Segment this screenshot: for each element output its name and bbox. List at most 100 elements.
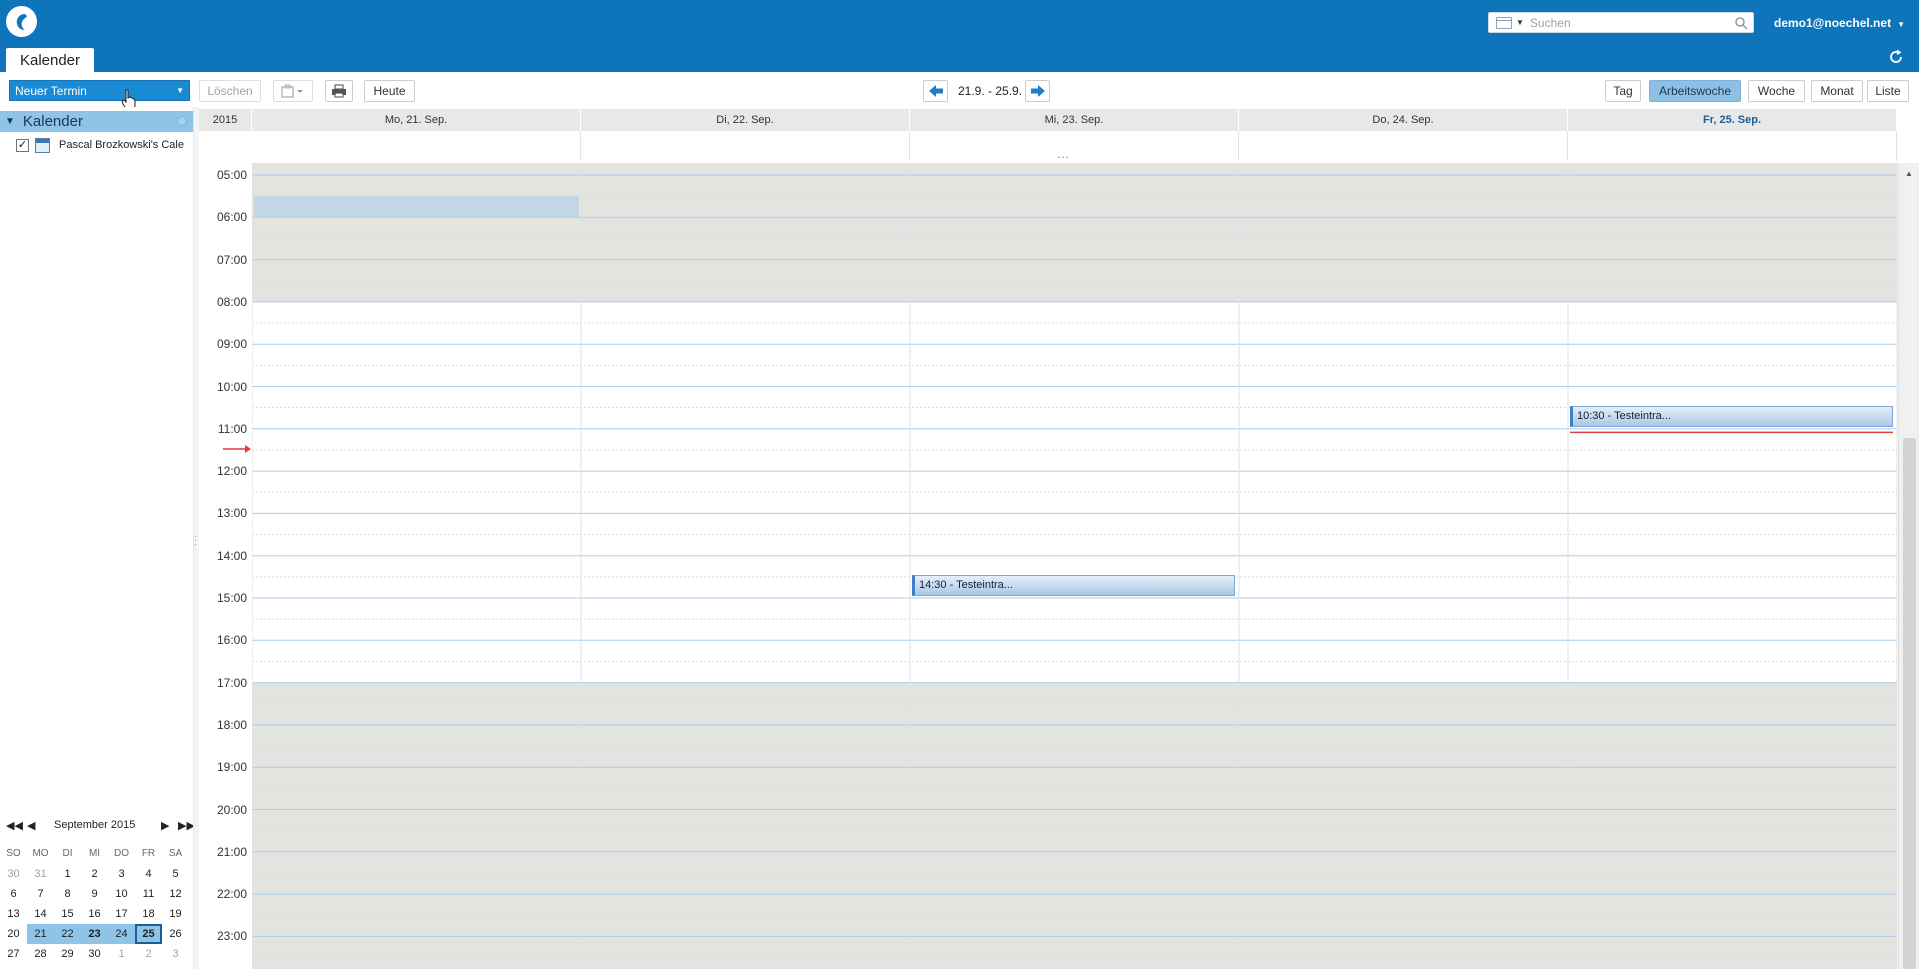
- day-header[interactable]: Fr, 25. Sep.: [1568, 109, 1897, 131]
- previous-month-icon[interactable]: ◀: [27, 819, 35, 832]
- mini-calendar-day[interactable]: 3: [108, 864, 135, 884]
- view-woche-button[interactable]: Woche: [1748, 80, 1805, 102]
- folder-options-icon[interactable]: [177, 116, 187, 126]
- calendar-folder-title: Kalender: [22, 113, 83, 130]
- mini-calendar-day[interactable]: 22: [54, 924, 81, 944]
- mini-calendar-day[interactable]: 11: [135, 884, 162, 904]
- mini-calendar-day[interactable]: 26: [162, 924, 189, 944]
- next-month-icon[interactable]: ▶: [161, 819, 169, 832]
- mini-calendar-day[interactable]: 7: [27, 884, 54, 904]
- tab-kalender[interactable]: Kalender: [6, 48, 94, 73]
- mini-calendar-day[interactable]: 19: [162, 904, 189, 924]
- mini-calendar-day[interactable]: 1: [54, 864, 81, 884]
- date-range-label: 21.9. - 25.9.: [958, 84, 1023, 98]
- mini-calendar-day[interactable]: 30: [0, 864, 27, 884]
- calendar-event[interactable]: 10:30 - Testeintra...: [1570, 405, 1893, 427]
- mini-calendar-day[interactable]: 14: [27, 904, 54, 924]
- current-time-arrow-icon: [223, 445, 251, 453]
- allday-cell[interactable]: [581, 131, 910, 161]
- mini-calendar-day[interactable]: 13: [0, 904, 27, 924]
- previous-week-button[interactable]: [923, 80, 948, 102]
- arrow-right-icon: [1030, 85, 1045, 97]
- chevron-down-icon[interactable]: ▼: [1516, 18, 1524, 27]
- print-button[interactable]: [325, 80, 353, 102]
- delete-button[interactable]: Löschen: [199, 80, 261, 102]
- time-label: 09:00: [216, 337, 247, 352]
- mini-calendar-day[interactable]: 24: [108, 924, 135, 944]
- today-button[interactable]: Heute: [364, 80, 415, 102]
- search-icon[interactable]: [1734, 16, 1748, 30]
- mini-calendar-day[interactable]: 5: [162, 864, 189, 884]
- time-label: 23:00: [216, 929, 247, 944]
- time-label: 13:00: [216, 506, 247, 521]
- new-appointment-button[interactable]: Neuer Termin ▼: [9, 80, 190, 101]
- time-grid[interactable]: 05:00 06:00 07:00 08:00 09:00 10:00 11:00 12:00…: [199, 163, 1898, 969]
- view-liste-button[interactable]: Liste: [1867, 80, 1909, 102]
- scrollbar-thumb[interactable]: [1903, 438, 1916, 969]
- calendar-folder-header[interactable]: ▼ Kalender: [0, 111, 193, 132]
- mini-calendar-day[interactable]: 2: [135, 944, 162, 964]
- day-header[interactable]: Mi, 23. Sep.: [910, 109, 1239, 131]
- mini-calendar-day[interactable]: 10: [108, 884, 135, 904]
- allday-cell[interactable]: [1239, 131, 1568, 161]
- refresh-icon[interactable]: [1888, 49, 1904, 65]
- mini-calendar-day[interactable]: 20: [0, 924, 27, 944]
- user-menu[interactable]: demo1@noechel.net ▼: [1774, 16, 1905, 30]
- view-tag-button[interactable]: Tag: [1605, 80, 1641, 102]
- mini-calendar-day[interactable]: 17: [108, 904, 135, 924]
- mini-calendar-day[interactable]: 8: [54, 884, 81, 904]
- mini-calendar-day[interactable]: 9: [81, 884, 108, 904]
- mini-calendar-day[interactable]: 30: [81, 944, 108, 964]
- mini-calendar-day[interactable]: 21: [27, 924, 54, 944]
- move-button[interactable]: [273, 80, 313, 102]
- search-input[interactable]: [1529, 15, 1734, 30]
- splitter-grip-icon[interactable]: · · ·: [194, 533, 198, 551]
- mini-month-calendar: ◀◀ ◀ September 2015 ▶ ▶▶ SO MO DI MI DO FR SA 3…: [0, 817, 195, 960]
- mini-weekday-label: DO: [114, 848, 129, 859]
- app-logo[interactable]: [6, 6, 37, 37]
- calendar-event[interactable]: 14:30 - Testeintra...: [912, 574, 1235, 596]
- calendar-view: 2015 Mo, 21. Sep. Di, 22. Sep. Mi, 23. Sep…: [199, 107, 1919, 969]
- mini-weekday-label: MI: [88, 848, 101, 859]
- mini-weekday-label: FR: [141, 848, 156, 859]
- time-label: 19:00: [216, 760, 247, 775]
- view-monat-button[interactable]: Monat: [1811, 80, 1863, 102]
- mini-calendar-day[interactable]: 6: [0, 884, 27, 904]
- mini-calendar-day[interactable]: 2: [81, 864, 108, 884]
- previous-year-icon[interactable]: ◀◀: [6, 819, 23, 832]
- calendar-icon: [35, 137, 50, 153]
- mini-calendar-day[interactable]: 12: [162, 884, 189, 904]
- day-header[interactable]: Do, 24. Sep.: [1239, 109, 1568, 131]
- allday-cell[interactable]: [252, 131, 581, 161]
- mini-calendar-day[interactable]: 4: [135, 864, 162, 884]
- scroll-up-icon[interactable]: ▲: [1905, 169, 1913, 178]
- calendar-scope-icon[interactable]: [1496, 16, 1512, 29]
- off-hours-block: [252, 163, 1897, 302]
- view-arbeitswoche-button[interactable]: Arbeitswoche: [1649, 80, 1741, 102]
- more-allday-indicator[interactable]: ...: [1057, 147, 1070, 161]
- selected-slot: [254, 196, 579, 218]
- day-header[interactable]: Di, 22. Sep.: [581, 109, 910, 131]
- mini-calendar-day[interactable]: 28: [27, 944, 54, 964]
- mini-calendar-day[interactable]: 3: [162, 944, 189, 964]
- allday-cell[interactable]: [1568, 131, 1897, 161]
- mini-calendar-day[interactable]: 29: [54, 944, 81, 964]
- mini-calendar-day[interactable]: 25: [135, 924, 162, 944]
- time-label: 10:00: [216, 379, 247, 394]
- calendar-list-item[interactable]: ✓ Pascal Brozkowski's Cale: [16, 136, 193, 154]
- search-box[interactable]: ▼: [1488, 12, 1754, 33]
- vertical-scrollbar[interactable]: ▲: [1898, 163, 1919, 969]
- mini-calendar-day[interactable]: 16: [81, 904, 108, 924]
- mini-calendar-day[interactable]: 23: [81, 924, 108, 944]
- mini-calendar-day[interactable]: 1: [108, 944, 135, 964]
- mini-calendar-day[interactable]: 27: [0, 944, 27, 964]
- day-header[interactable]: Mo, 21. Sep.: [252, 109, 581, 131]
- mini-calendar-day[interactable]: 31: [27, 864, 54, 884]
- mini-calendar-day[interactable]: 18: [135, 904, 162, 924]
- mini-calendar-day[interactable]: 15: [54, 904, 81, 924]
- collapse-triangle-icon[interactable]: ▼: [5, 116, 15, 127]
- next-week-button[interactable]: [1025, 80, 1050, 102]
- allday-cell[interactable]: [910, 131, 1239, 161]
- calendar-visibility-checkbox[interactable]: ✓: [16, 138, 29, 152]
- chevron-down-icon[interactable]: ▼: [176, 86, 184, 95]
